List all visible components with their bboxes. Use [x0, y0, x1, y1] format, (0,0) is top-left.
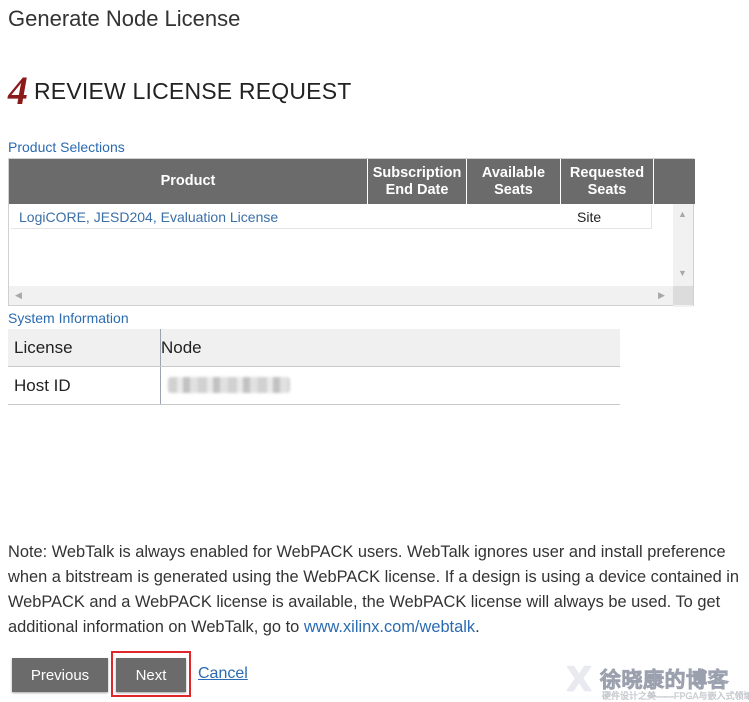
scroll-left-arrow-icon[interactable]: ◀ [15, 290, 22, 300]
system-information-label: System Information [8, 310, 129, 326]
product-selections-label: Product Selections [8, 139, 125, 155]
product-grid: Product Subscription End Date Available … [8, 158, 695, 307]
watermark: X 徐晓康的博客 硬件设计之美——FPGA与嵌入式领域分享 [566, 658, 749, 702]
column-header-product[interactable]: Product [9, 159, 368, 204]
host-id-key: Host ID [14, 376, 71, 395]
webtalk-note: Note: WebTalk is always enabled for WebP… [8, 540, 744, 640]
host-id-redacted [168, 377, 290, 393]
note-suffix: . [475, 618, 480, 636]
table-row: License Node [8, 329, 620, 367]
watermark-logo-icon: X [566, 660, 593, 700]
horizontal-scrollbar[interactable]: ◀ ▶ [9, 286, 674, 305]
webtalk-link[interactable]: www.xilinx.com/webtalk [304, 618, 475, 636]
requested-seats-value: Site [577, 209, 602, 225]
page-title: Generate Node License [8, 6, 241, 31]
column-divider [160, 367, 161, 404]
previous-button[interactable]: Previous [12, 658, 108, 692]
scroll-down-arrow-icon[interactable]: ▼ [678, 268, 687, 278]
scroll-right-arrow-icon[interactable]: ▶ [658, 290, 665, 300]
next-button[interactable]: Next [116, 658, 186, 692]
license-value: Node [161, 338, 202, 357]
step-number: 4 [8, 68, 28, 113]
table-row[interactable]: LogiCORE, JESD204, Evaluation License Si… [11, 205, 652, 229]
grid-header: Product Subscription End Date Available … [9, 159, 695, 204]
scrollbar-corner [673, 286, 693, 305]
system-info-table: License Node Host ID [8, 329, 620, 405]
table-row: Host ID [8, 367, 620, 405]
column-header-spacer [654, 159, 695, 204]
column-header-subscription-end-date[interactable]: Subscription End Date [368, 159, 467, 204]
column-header-available-seats[interactable]: Available Seats [467, 159, 561, 204]
product-name-link[interactable]: LogiCORE, JESD204, Evaluation License [19, 209, 278, 225]
step-title: REVIEW LICENSE REQUEST [34, 78, 352, 104]
cancel-link[interactable]: Cancel [198, 665, 248, 683]
license-key: License [14, 338, 73, 357]
watermark-subtitle: 硬件设计之美——FPGA与嵌入式领域分享 [602, 691, 749, 701]
scroll-up-arrow-icon[interactable]: ▲ [678, 209, 687, 219]
column-header-requested-seats[interactable]: Requested Seats [561, 159, 654, 204]
